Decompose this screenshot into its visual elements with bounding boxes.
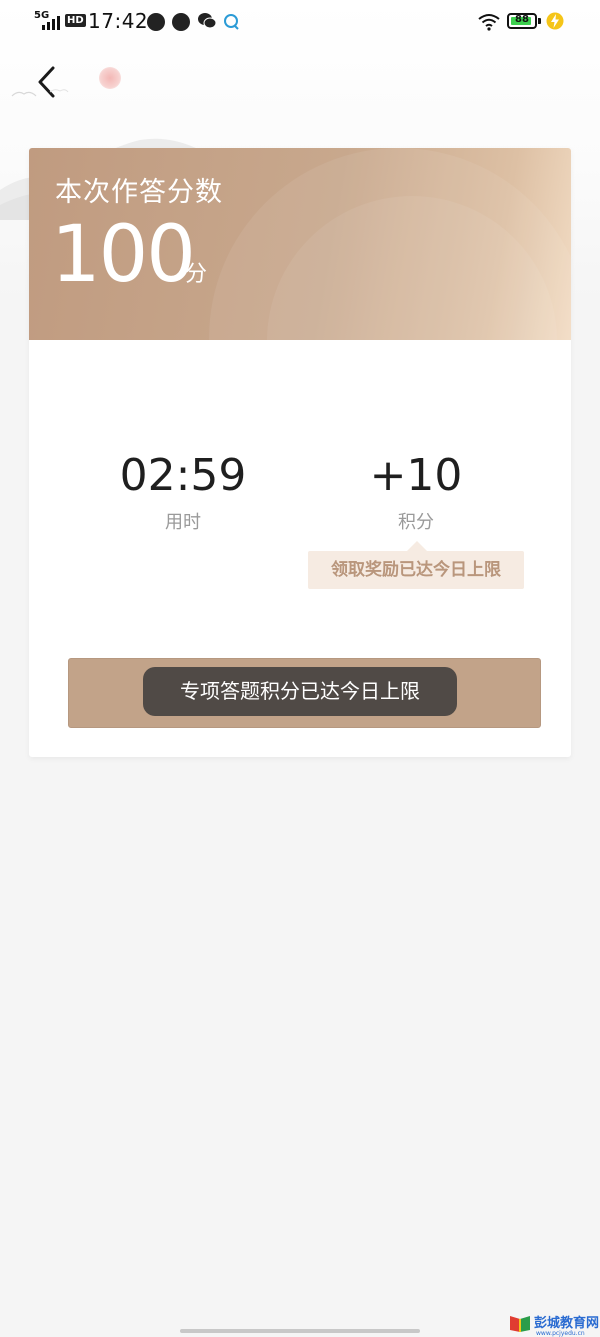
time-used-label: 用时 — [165, 512, 201, 533]
cellular-signal-icon — [42, 16, 60, 30]
status-bar: 5G HD 17:42 88 — [0, 0, 600, 46]
status-time: 17:42 — [88, 9, 149, 33]
points-earned-label: 积分 — [398, 512, 434, 533]
charging-icon — [546, 12, 564, 30]
score-header: 本次作答分数 100 分 — [29, 148, 571, 340]
battery-percent: 88 — [515, 14, 529, 25]
home-indicator[interactable] — [180, 1329, 420, 1333]
app-notification-icon — [172, 13, 190, 31]
hd-badge: HD — [65, 14, 86, 27]
score-value: 100 — [51, 210, 196, 300]
wechat-icon — [198, 13, 217, 29]
score-label: 本次作答分数 — [55, 177, 223, 208]
book-logo-icon — [510, 1316, 530, 1332]
decorative-birds — [11, 89, 69, 97]
watermark-name: 彭城教育网 — [534, 1316, 600, 1331]
points-earned-value: +10 — [369, 450, 463, 501]
wifi-icon — [478, 14, 500, 31]
watermark-url: www.pcjyedu.cn — [536, 1330, 585, 1337]
limit-toast: 专项答题积分已达今日上限 — [143, 667, 457, 716]
result-card: 本次作答分数 100 分 02:59 用时 +10 积分 领取奖励已达今日上限 — [29, 148, 571, 757]
score-unit: 分 — [185, 262, 208, 287]
message-icon — [224, 14, 239, 30]
app-notification-icon — [147, 13, 165, 31]
battery-icon: 88 — [507, 13, 537, 29]
time-used-value: 02:59 — [119, 450, 247, 501]
reward-limit-tooltip: 领取奖励已达今日上限 — [308, 551, 524, 589]
battery-tip — [538, 18, 541, 24]
decorative-sun — [99, 67, 121, 89]
